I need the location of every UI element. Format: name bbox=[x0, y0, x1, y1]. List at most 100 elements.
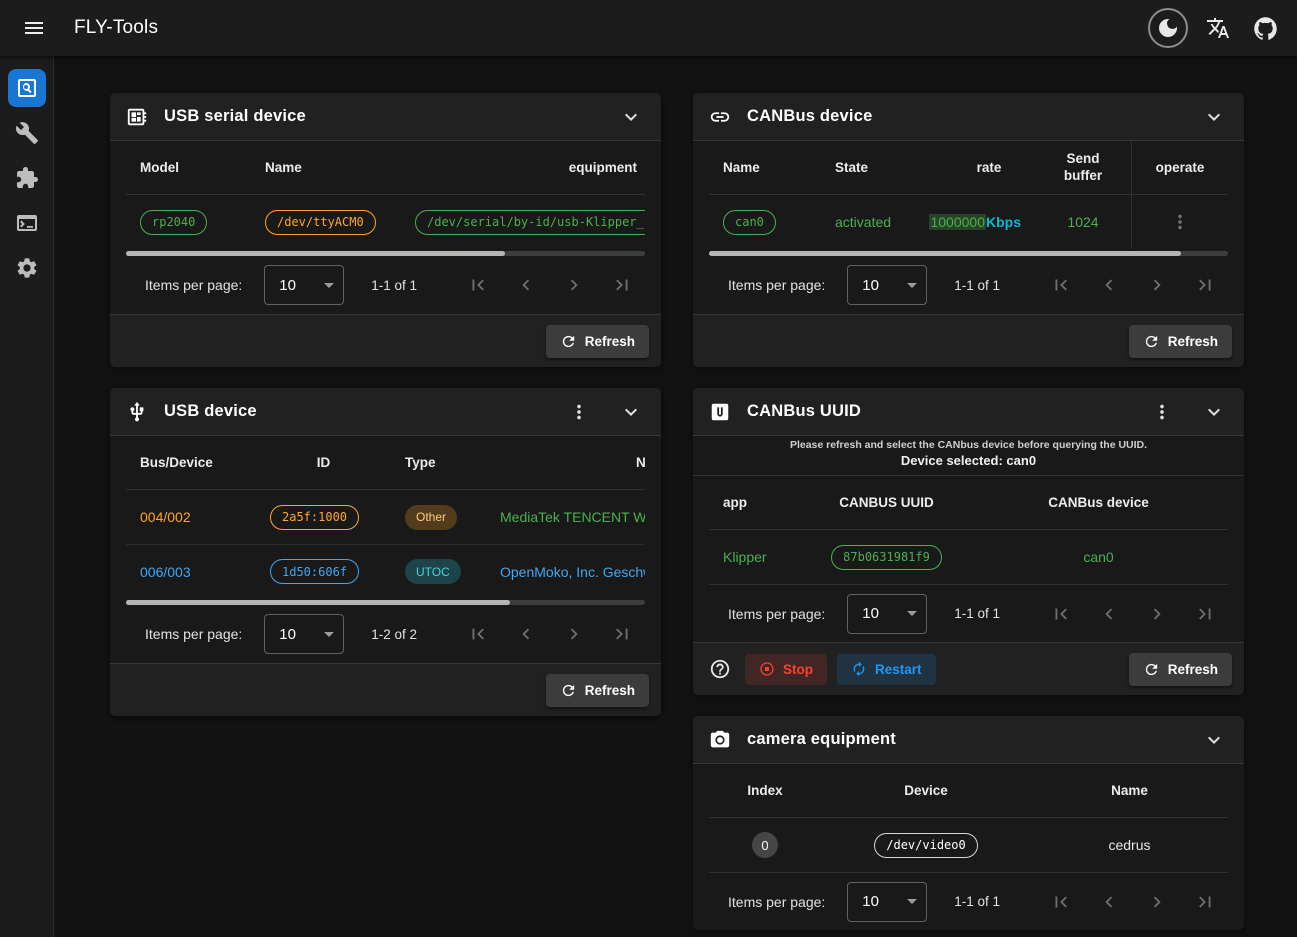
refresh-button[interactable]: Refresh bbox=[546, 325, 649, 358]
table-header-row: Model Name equipment bbox=[126, 141, 645, 195]
column-name: Name bbox=[1031, 764, 1228, 817]
collapse-button[interactable] bbox=[1196, 722, 1232, 758]
next-page-button[interactable] bbox=[1146, 891, 1168, 913]
u-box-icon bbox=[709, 401, 731, 423]
uuid-notice: Please refresh and select the CANbus dev… bbox=[693, 436, 1244, 476]
usb-id-chip[interactable]: 2a5f:1000 bbox=[270, 505, 359, 530]
sidebar-item-components[interactable] bbox=[8, 159, 46, 197]
first-page-button[interactable] bbox=[467, 623, 489, 645]
card-title: USB serial device bbox=[164, 107, 306, 126]
camera-device-chip[interactable]: /dev/video0 bbox=[874, 833, 977, 858]
next-page-button[interactable] bbox=[1146, 603, 1168, 625]
last-page-button[interactable] bbox=[1194, 274, 1216, 296]
can-rate-value: 1000000Kbps bbox=[943, 195, 1035, 249]
table-row: can0 activated 1000000Kbps 1024 bbox=[709, 195, 1228, 249]
kebab-menu-button[interactable] bbox=[1144, 394, 1180, 430]
last-page-button[interactable] bbox=[1194, 891, 1216, 913]
refresh-icon bbox=[560, 682, 577, 699]
theme-toggle-button[interactable] bbox=[1148, 8, 1188, 48]
caret-down-icon bbox=[324, 632, 334, 637]
last-page-button[interactable] bbox=[611, 274, 633, 296]
chevron-right-icon bbox=[1146, 274, 1168, 296]
first-page-button[interactable] bbox=[1050, 274, 1072, 296]
bus-device-value: 006/003 bbox=[126, 545, 256, 598]
items-per-page-value: 10 bbox=[862, 605, 879, 622]
column-bus-device: Bus/Device bbox=[126, 436, 256, 489]
row-operate-menu-button[interactable] bbox=[1169, 211, 1191, 233]
prev-page-button[interactable] bbox=[1098, 891, 1120, 913]
prev-page-button[interactable] bbox=[1098, 274, 1120, 296]
usb-id-chip[interactable]: 1d50:606f bbox=[270, 559, 359, 584]
prev-page-button[interactable] bbox=[515, 274, 537, 296]
column-index: Index bbox=[709, 764, 821, 817]
translate-button[interactable] bbox=[1196, 6, 1240, 50]
items-per-page-select[interactable]: 10 bbox=[847, 594, 927, 634]
can-name-chip[interactable]: can0 bbox=[723, 210, 776, 235]
first-page-icon bbox=[1050, 603, 1072, 625]
items-per-page-label: Items per page: bbox=[145, 277, 242, 293]
collapse-button[interactable] bbox=[1196, 394, 1232, 430]
camera-table: Index Device Name 0 /dev/video0 cedrus bbox=[709, 764, 1228, 872]
uuid-chip[interactable]: 87b0631981f9 bbox=[831, 545, 942, 570]
table-pagination: Items per page: 10 1-1 of 1 bbox=[709, 872, 1228, 930]
restart-button[interactable]: Restart bbox=[837, 654, 936, 685]
kebab-menu-button[interactable] bbox=[561, 394, 597, 430]
card-actions: Refresh bbox=[693, 314, 1244, 367]
items-per-page-select[interactable]: 10 bbox=[847, 882, 927, 922]
chevron-left-icon bbox=[1098, 891, 1120, 913]
first-page-button[interactable] bbox=[467, 274, 489, 296]
items-per-page-value: 10 bbox=[862, 277, 879, 294]
card-title: CANBus UUID bbox=[747, 402, 861, 421]
serial-board-icon bbox=[126, 106, 148, 128]
sidebar-item-device-query[interactable] bbox=[8, 69, 46, 107]
items-per-page-select[interactable]: 10 bbox=[264, 614, 344, 654]
next-page-button[interactable] bbox=[563, 274, 585, 296]
usb-name-value: MediaTek TENCENT WL bbox=[486, 490, 645, 544]
usb-type-chip[interactable]: UTOC bbox=[405, 559, 461, 584]
column-canbus-device: CANBus device bbox=[969, 476, 1228, 529]
card-title: CANBus device bbox=[747, 107, 872, 126]
bus-device-value: 004/002 bbox=[126, 490, 256, 544]
uuid-device-value: can0 bbox=[969, 530, 1228, 584]
collapse-button[interactable] bbox=[613, 394, 649, 430]
stop-button[interactable]: Stop bbox=[745, 654, 827, 685]
refresh-button[interactable]: Refresh bbox=[1129, 653, 1232, 686]
column-operate: operate bbox=[1131, 141, 1228, 194]
next-page-button[interactable] bbox=[563, 623, 585, 645]
last-page-button[interactable] bbox=[1194, 603, 1216, 625]
camera-icon bbox=[709, 729, 731, 751]
restart-icon bbox=[851, 661, 867, 677]
card-title: camera equipment bbox=[747, 730, 896, 749]
prev-page-button[interactable] bbox=[515, 623, 537, 645]
prev-page-button[interactable] bbox=[1098, 603, 1120, 625]
camera-index-chip[interactable]: 0 bbox=[752, 832, 778, 858]
menu-button[interactable] bbox=[12, 6, 56, 50]
first-page-button[interactable] bbox=[1050, 603, 1072, 625]
sidebar-item-services[interactable] bbox=[8, 249, 46, 287]
chevron-left-icon bbox=[515, 274, 537, 296]
items-per-page-select[interactable]: 10 bbox=[847, 265, 927, 305]
caret-down-icon bbox=[324, 283, 334, 288]
column-name: Name bbox=[251, 141, 401, 194]
items-per-page-select[interactable]: 10 bbox=[264, 265, 344, 305]
model-chip[interactable]: rp2040 bbox=[140, 210, 207, 235]
chevron-down-icon bbox=[1202, 728, 1226, 752]
card-actions: Refresh bbox=[110, 314, 661, 367]
last-page-button[interactable] bbox=[611, 623, 633, 645]
equipment-chip[interactable]: /dev/serial/by-id/usb-Klipper_rp2040 bbox=[415, 210, 645, 235]
first-page-button[interactable] bbox=[1050, 891, 1072, 913]
sidebar-item-terminal[interactable] bbox=[8, 204, 46, 242]
camera-name-value: cedrus bbox=[1031, 818, 1228, 872]
refresh-button[interactable]: Refresh bbox=[1129, 325, 1232, 358]
refresh-button[interactable]: Refresh bbox=[546, 674, 649, 707]
collapse-button[interactable] bbox=[1196, 99, 1232, 135]
serial-name-chip[interactable]: /dev/ttyACM0 bbox=[265, 210, 376, 235]
usb-type-chip[interactable]: Other bbox=[405, 505, 457, 530]
sidebar-item-tools[interactable] bbox=[8, 114, 46, 152]
collapse-button[interactable] bbox=[613, 99, 649, 135]
uuid-app-value: Klipper bbox=[709, 530, 804, 584]
next-page-button[interactable] bbox=[1146, 274, 1168, 296]
github-button[interactable] bbox=[1243, 6, 1287, 50]
last-page-icon bbox=[1194, 603, 1216, 625]
help-button[interactable] bbox=[705, 654, 735, 684]
